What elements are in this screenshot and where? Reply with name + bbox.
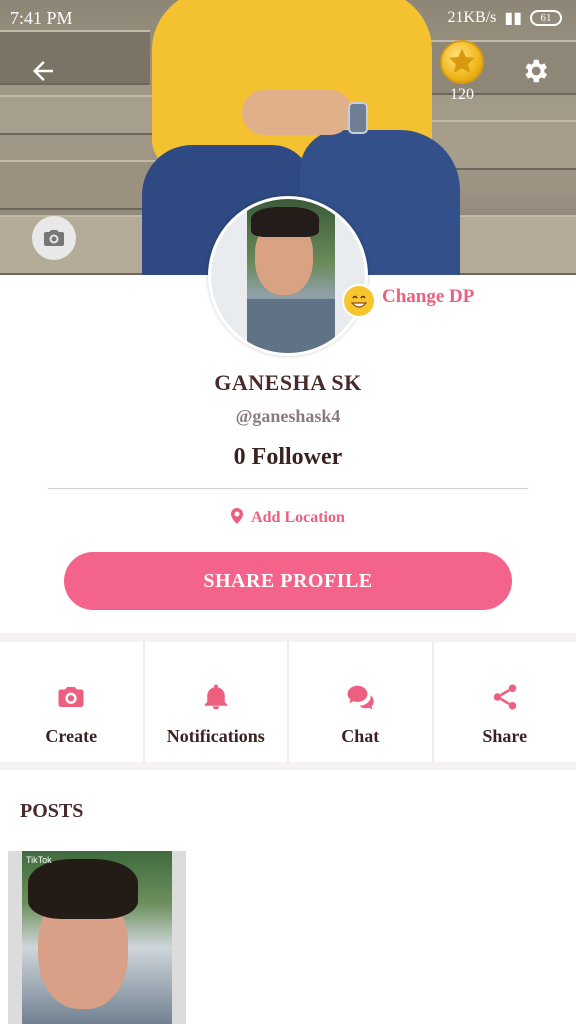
notifications-label: Notifications (166, 726, 265, 746)
profile-handle: @ganeshask4 (235, 406, 341, 426)
smile-emoji-icon[interactable] (342, 284, 376, 318)
add-location-button[interactable]: Add Location (0, 508, 576, 527)
create-label: Create (45, 726, 98, 746)
tiktok-watermark: TikTok (26, 855, 52, 865)
back-arrow-icon[interactable] (28, 56, 58, 86)
share-label: Share (482, 726, 528, 746)
status-bar: 7:41 PM 21KB/s ▮▮ 61 (0, 0, 576, 36)
network-speed: 21KB/s (447, 9, 497, 26)
change-cover-button[interactable] (32, 216, 76, 260)
chat-icon (347, 685, 374, 710)
change-dp-button[interactable]: Change DP (382, 286, 474, 308)
notifications-button[interactable]: Notifications (142, 642, 288, 762)
chat-button[interactable]: Chat (287, 642, 432, 762)
camera-icon (44, 230, 64, 246)
location-pin-icon (231, 508, 244, 524)
create-button[interactable]: Create (0, 642, 143, 762)
gear-icon[interactable] (520, 56, 550, 86)
post-thumbnail[interactable]: TikTok (8, 851, 186, 1024)
action-bar: Create Notifications Chat Share (0, 642, 576, 762)
add-location-label: Add Location (251, 509, 345, 526)
followers-count[interactable]: 0 Follower (0, 444, 576, 471)
share-profile-button[interactable]: SHARE PROFILE (64, 552, 512, 610)
share-icon (493, 684, 516, 710)
signal-icon: ▮▮ (504, 10, 522, 27)
posts-title: POSTS (20, 800, 84, 822)
chat-label: Chat (341, 726, 380, 746)
share-button[interactable]: Share (431, 642, 576, 762)
bell-icon (204, 684, 227, 710)
posts-section: POSTS TikTok (0, 770, 576, 1024)
coin-icon[interactable] (440, 40, 484, 84)
divider (48, 488, 528, 489)
coin-count: 120 (450, 86, 474, 103)
battery-icon: 61 (530, 10, 562, 26)
avatar[interactable] (208, 196, 368, 356)
camera-icon (58, 687, 84, 707)
status-time: 7:41 PM (10, 8, 73, 28)
profile-name: GANESHA SK (214, 370, 362, 395)
